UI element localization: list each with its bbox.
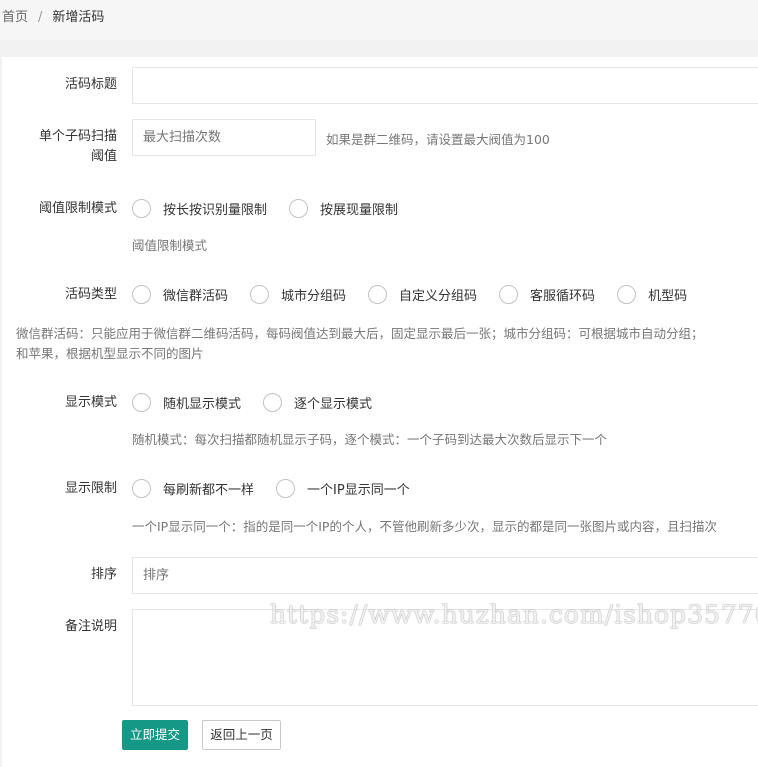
display-limit-radios: 每刷新都不一样 一个IP显示同一个 <box>132 479 432 498</box>
radio-circle-icon <box>132 393 151 412</box>
radio-circle-icon <box>250 285 270 304</box>
radio-random[interactable]: 随机显示模式 <box>132 393 241 412</box>
display-limit-hint: 一个IP显示同一个：指的是同一个IP的个人，不管他刷新多少次，显示的都是同一张图… <box>132 519 717 534</box>
radio-circle-icon <box>263 393 283 412</box>
display-limit-label: 显示限制 <box>64 481 117 496</box>
radio-circle-icon <box>276 479 296 498</box>
breadcrumb: 首页 / 新增活码 <box>0 0 758 40</box>
code-type-radios: 微信群活码 城市分组码 自定义分组码 客服循环码 机型码 <box>132 285 709 304</box>
threshold-hint: 如果是群二维码，请设置最大阀值为100 <box>326 132 550 147</box>
threshold-input[interactable] <box>132 119 316 156</box>
radio-sequential[interactable]: 逐个显示模式 <box>263 393 372 412</box>
display-mode-radios: 随机显示模式 逐个显示模式 <box>132 393 394 412</box>
radio-city-group[interactable]: 城市分组码 <box>250 285 346 304</box>
radio-circle-icon <box>617 285 637 304</box>
title-input[interactable] <box>132 67 758 104</box>
radio-circle-icon <box>289 199 309 218</box>
radio-circle-icon <box>499 285 519 304</box>
radio-custom-group[interactable]: 自定义分组码 <box>368 285 477 304</box>
radio-service-loop[interactable]: 客服循环码 <box>499 285 595 304</box>
breadcrumb-home[interactable]: 首页 <box>2 10 28 25</box>
display-mode-hint: 随机模式：每次扫描都随机显示子码，逐个模式：一个子码到达最大次数后显示下一个 <box>132 432 608 447</box>
radio-limit-press[interactable]: 按长按识别量限制 <box>132 199 267 218</box>
breadcrumb-separator: / <box>38 10 43 25</box>
threshold-label: 单个子码扫描阈值 <box>38 129 117 164</box>
back-button[interactable]: 返回上一页 <box>202 720 281 750</box>
radio-circle-icon <box>132 285 151 304</box>
title-label: 活码标题 <box>64 77 117 92</box>
radio-refresh-different[interactable]: 每刷新都不一样 <box>132 479 254 498</box>
code-type-hint-2: 和苹果，根据机型显示不同的图片 <box>16 346 204 361</box>
breadcrumb-current: 新增活码 <box>52 10 105 25</box>
remark-textarea[interactable] <box>132 609 758 706</box>
remark-label: 备注说明 <box>64 619 117 634</box>
code-type-hint-1: 微信群活码：只能应用于微信群二维码活码，每码阀值达到最大后，固定显示最后一张；城… <box>16 326 704 341</box>
radio-device-model[interactable]: 机型码 <box>617 285 687 304</box>
limit-mode-hint: 阈值限制模式 <box>132 238 208 253</box>
radio-circle-icon <box>132 199 151 218</box>
limit-mode-radios: 按长按识别量限制 按展现量限制 <box>132 199 420 218</box>
radio-circle-icon <box>132 479 151 498</box>
radio-ip-same[interactable]: 一个IP显示同一个 <box>276 479 410 498</box>
radio-wechat-group[interactable]: 微信群活码 <box>132 285 228 304</box>
display-mode-label: 显示模式 <box>64 395 117 410</box>
submit-button[interactable]: 立即提交 <box>122 720 188 750</box>
sort-label: 排序 <box>90 567 117 582</box>
code-type-label: 活码类型 <box>64 287 117 302</box>
sort-input[interactable] <box>132 557 758 594</box>
radio-limit-impression[interactable]: 按展现量限制 <box>289 199 398 218</box>
radio-circle-icon <box>368 285 388 304</box>
limit-mode-label: 阈值限制模式 <box>38 201 117 216</box>
